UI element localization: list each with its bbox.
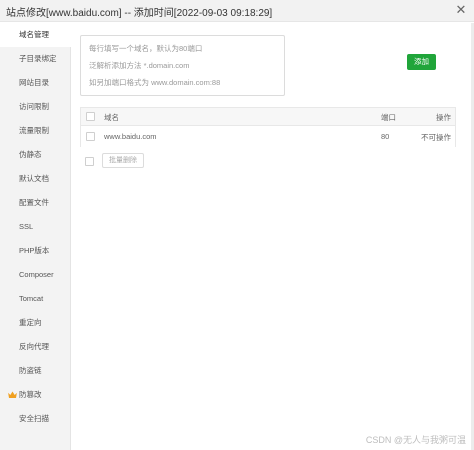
- sidebar: 域名管理 子目录绑定 网站目录 访问限制 流量限制 伪静态 默认文档 配置文件 …: [0, 23, 72, 450]
- sidebar-item-label: 配置文件: [19, 198, 49, 207]
- sidebar-item-tomcat[interactable]: Tomcat: [0, 287, 71, 311]
- domain-input-hint: 每行填写一个域名，默认为80端口: [89, 44, 203, 53]
- sidebar-item-label: 域名管理: [19, 30, 49, 39]
- domain-input-hint: 如另加端口格式为 www.domain.com:88: [89, 78, 221, 87]
- sidebar-item-label: 防盗链: [19, 366, 42, 375]
- sidebar-item-label: 流量限制: [19, 126, 49, 135]
- watermark: CSDN @无人与我粥可温: [365, 435, 466, 445]
- sidebar-item-tamper-protection[interactable]: 防篡改: [0, 383, 71, 407]
- sidebar-item-label: 网站目录: [19, 78, 49, 87]
- sidebar-item-ssl[interactable]: SSL: [0, 215, 71, 239]
- add-domain-button[interactable]: 添加: [407, 54, 436, 70]
- sidebar-item-reverse-proxy[interactable]: 反向代理: [0, 335, 71, 359]
- column-header-port: 端口: [381, 113, 396, 122]
- sidebar-item-domain-management[interactable]: 域名管理: [0, 23, 72, 47]
- sidebar-item-label: 防篡改: [19, 390, 42, 399]
- sidebar-item-label: 访问限制: [19, 102, 49, 111]
- batch-select-checkbox[interactable]: [85, 157, 94, 166]
- table-header: 域名 端口 操作: [81, 108, 455, 126]
- sidebar-item-label: 伪静态: [19, 150, 42, 159]
- vip-crown-icon: [8, 391, 17, 398]
- table-row: www.baidu.com 80 不可操作: [81, 127, 455, 147]
- column-header-action: 操作: [436, 113, 451, 122]
- batch-delete-button[interactable]: 批量删除: [102, 153, 144, 168]
- sidebar-item-label: Composer: [19, 270, 54, 279]
- sidebar-item-redirect[interactable]: 重定向: [0, 311, 71, 335]
- sidebar-item-subdirectory-binding[interactable]: 子目录绑定: [0, 47, 71, 71]
- sidebar-item-rewrite[interactable]: 伪静态: [0, 143, 71, 167]
- sidebar-item-traffic-limit[interactable]: 流量限制: [0, 119, 71, 143]
- main-panel: 每行填写一个域名，默认为80端口 泛解析添加方法 *.domain.com 如另…: [72, 23, 474, 450]
- sidebar-item-label: SSL: [19, 222, 34, 231]
- port-value: 80: [381, 132, 390, 141]
- sidebar-item-label: 反向代理: [19, 342, 49, 351]
- domain-link[interactable]: www.baidu.com: [104, 132, 157, 141]
- domain-input-hint: 泛解析添加方法 *.domain.com: [89, 61, 190, 70]
- sidebar-item-label: 子目录绑定: [19, 54, 57, 63]
- sidebar-item-label: PHP版本: [19, 246, 50, 255]
- window-titlebar: 站点修改[www.baidu.com] -- 添加时间[2022-09-03 0…: [0, 0, 474, 22]
- sidebar-item-config-file[interactable]: 配置文件: [0, 191, 71, 215]
- sidebar-item-access-restriction[interactable]: 访问限制: [0, 95, 71, 119]
- sidebar-item-label: 默认文档: [19, 174, 49, 183]
- close-icon[interactable]: ✕: [454, 3, 468, 17]
- sidebar-item-label: Tomcat: [19, 294, 44, 303]
- sidebar-item-security-scan[interactable]: 安全扫描: [0, 407, 71, 431]
- sidebar-item-hotlink-protection[interactable]: 防盗链: [0, 359, 71, 383]
- sidebar-item-label: 安全扫描: [19, 414, 49, 423]
- sidebar-item-site-directory[interactable]: 网站目录: [0, 71, 71, 95]
- domain-table: 域名 端口 操作 www.baidu.com 80 不可操作: [80, 107, 456, 147]
- sidebar-item-composer[interactable]: Composer: [0, 263, 71, 287]
- row-checkbox[interactable]: [86, 132, 95, 141]
- window-title: 站点修改[www.baidu.com] -- 添加时间[2022-09-03 0…: [6, 8, 273, 19]
- action-status: 不可操作: [421, 133, 451, 142]
- column-header-domain: 域名: [104, 113, 119, 122]
- sidebar-item-label: 重定向: [19, 318, 42, 327]
- select-all-checkbox[interactable]: [86, 112, 95, 121]
- domain-input[interactable]: 每行填写一个域名，默认为80端口 泛解析添加方法 *.domain.com 如另…: [80, 35, 285, 96]
- sidebar-item-php-version[interactable]: PHP版本: [0, 239, 71, 263]
- sidebar-item-default-document[interactable]: 默认文档: [0, 167, 71, 191]
